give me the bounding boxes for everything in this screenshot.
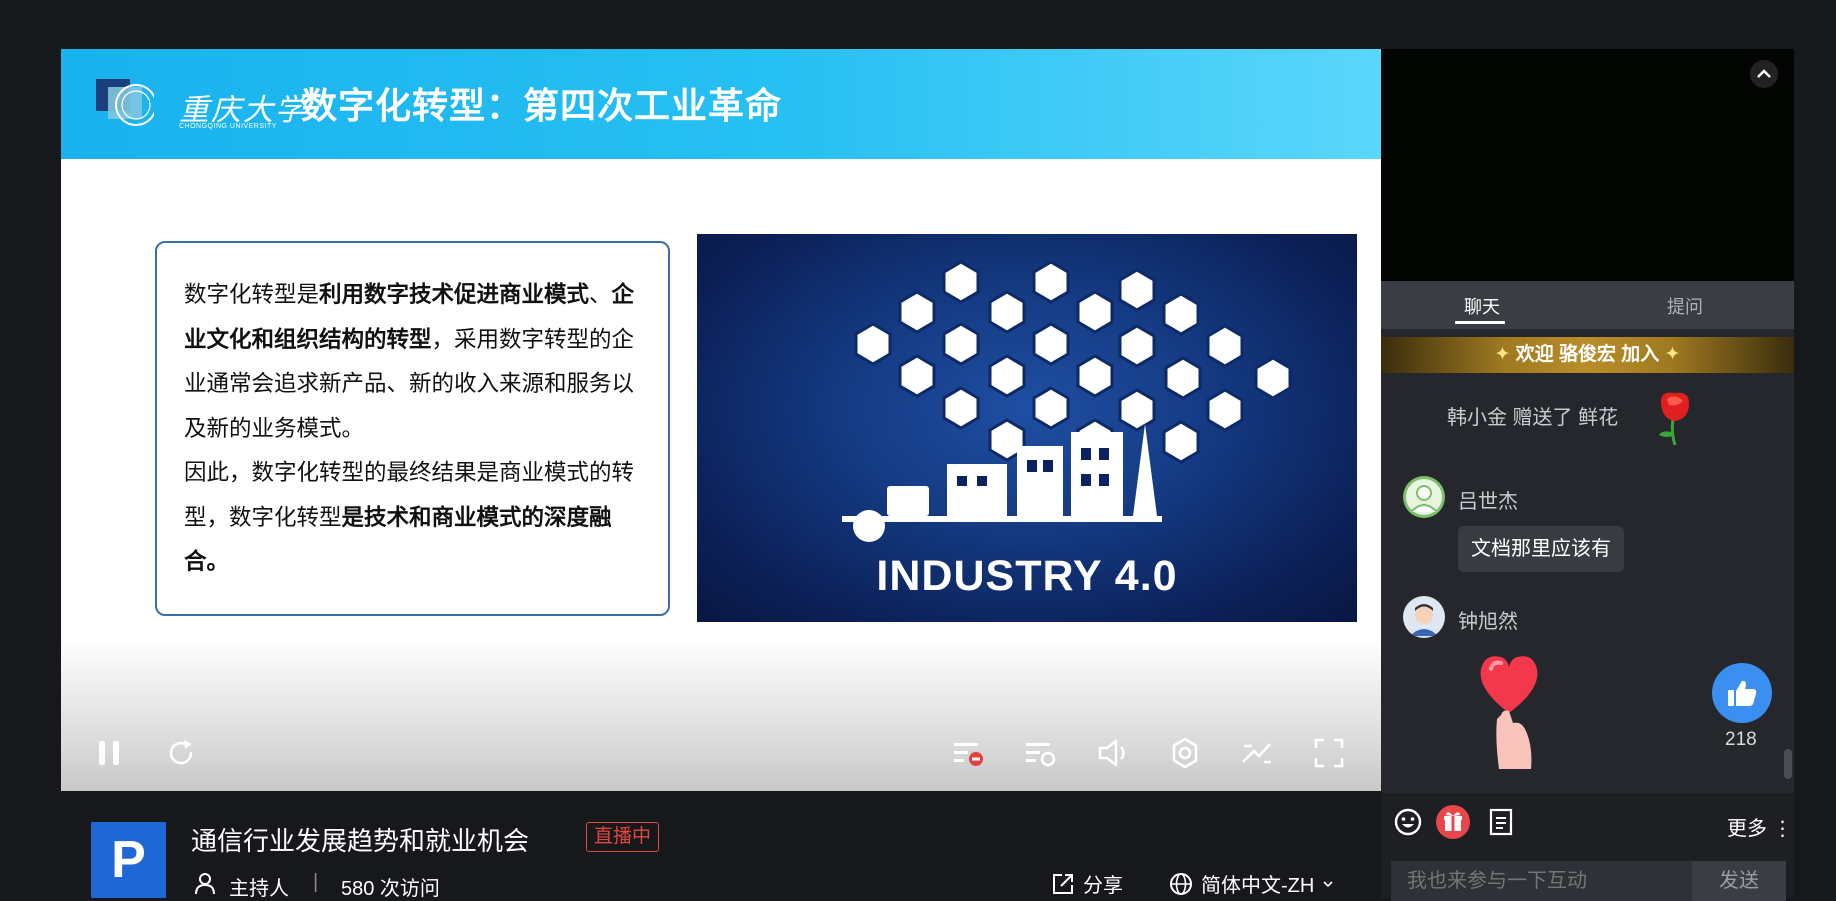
thumbs-up-icon	[1728, 680, 1757, 706]
live-badge: 直播中	[586, 822, 660, 852]
chat-sidebar: 聊天 提问 ✦ 欢迎 骆俊宏 加入 ✦ 韩小金 赠送了 鲜花 吕世杰 文档那里应…	[1381, 49, 1794, 901]
danmaku-settings-icon[interactable]	[1023, 735, 1059, 771]
channel-logo-letter: P	[111, 831, 146, 889]
stream-info-bar: P 通信行业发展趋势和就业机会 直播中 主持人 | 580 次访问 分享 简体中…	[61, 791, 1381, 900]
pip-icon[interactable]	[1239, 735, 1275, 771]
like-count: 218	[1725, 729, 1757, 750]
share-button[interactable]: 分享	[1051, 869, 1123, 898]
volume-icon[interactable]	[1095, 735, 1131, 771]
mini-video	[1381, 49, 1794, 281]
chat-input[interactable]	[1391, 861, 1692, 901]
chat-tabs: 聊天 提问	[1381, 281, 1794, 329]
para1-punct: 、	[589, 282, 612, 307]
tab-active-indicator	[1455, 321, 1505, 324]
industry-label: INDUSTRY 4.0	[876, 552, 1178, 600]
chat-scrollbar[interactable]	[1784, 749, 1792, 779]
tab-questions[interactable]: 提问	[1667, 293, 1703, 319]
gift-message: 韩小金 赠送了 鲜花	[1447, 407, 1619, 429]
slide-text-box: 数字化转型是利用数字技术促进商业模式、企业文化和组织结构的转型，采用数字转型的企…	[155, 241, 670, 616]
logo-subtitle: CHONGQING UNIVERSITY	[179, 123, 277, 130]
language-label: 简体中文-ZH	[1201, 875, 1315, 897]
more-dots-icon: ⋮	[1767, 818, 1793, 840]
share-icon	[1053, 873, 1073, 894]
sparkle-icon-2: ✦	[1659, 344, 1681, 365]
language-selector[interactable]: 简体中文-ZH	[1169, 869, 1334, 898]
avatar[interactable]	[1403, 476, 1445, 518]
sparkle-icon: ✦	[1494, 344, 1516, 365]
host-label: 主持人	[229, 878, 289, 900]
visit-count: 580 次访问	[341, 878, 440, 900]
gift-icon[interactable]	[1435, 804, 1471, 840]
chongqing-university-logo	[96, 79, 154, 126]
collapse-chevron-up-icon[interactable]	[1749, 59, 1779, 89]
para2-punct: 。	[206, 549, 230, 574]
globe-icon	[1170, 872, 1192, 895]
slide-title: 数字化转型：第四次工业革命	[301, 85, 783, 126]
replay-icon[interactable]	[163, 735, 199, 771]
slide-paragraph-1: 数字化转型是利用数字技术促进商业模式、企业文化和组织结构的转型，采用数字转型的企…	[184, 273, 648, 451]
welcome-banner: ✦ 欢迎 骆俊宏 加入 ✦	[1381, 337, 1794, 373]
video-player[interactable]: 重庆大学 CHONGQING UNIVERSITY 数字化转型：第四次工业革命 …	[61, 49, 1381, 791]
like-button[interactable]	[1712, 663, 1772, 723]
fullscreen-icon[interactable]	[1311, 735, 1347, 771]
para1-bold: 利用数字技术促进商业模式	[319, 282, 590, 307]
channel-logo[interactable]: P	[91, 822, 166, 898]
danmaku-off-icon[interactable]	[951, 735, 987, 771]
tab-chat[interactable]: 聊天	[1464, 293, 1500, 319]
avatar-2[interactable]	[1403, 596, 1445, 638]
chevron-down-icon	[1323, 880, 1333, 887]
document-icon[interactable]	[1487, 807, 1515, 837]
stream-title: 通信行业发展趋势和就业机会	[191, 826, 530, 856]
more-label: 更多	[1727, 818, 1767, 840]
share-label: 分享	[1083, 875, 1123, 897]
para1-text: 数字化转型是	[184, 282, 320, 307]
slide-paragraph-2: 因此，数字化转型的最终结果是商业模式的转型，数字化转型是技术和商业模式的深度融合…	[184, 451, 648, 585]
slide-header: 重庆大学 CHONGQING UNIVERSITY 数字化转型：第四次工业革命	[61, 49, 1381, 159]
user-icon	[195, 873, 215, 895]
industry-4-image: INDUSTRY 4.0	[697, 234, 1357, 622]
chat-message-bubble: 文档那里应该有	[1458, 526, 1624, 572]
emoji-icon[interactable]	[1393, 807, 1423, 837]
heart-hand-sticker	[1480, 656, 1538, 769]
info-separator: |	[313, 871, 319, 893]
chat-username: 吕世杰	[1458, 491, 1518, 513]
pause-icon[interactable]	[91, 735, 127, 771]
send-button[interactable]: 发送	[1692, 861, 1786, 901]
welcome-text: 欢迎 骆俊宏 加入	[1515, 344, 1660, 365]
chat-username-2: 钟旭然	[1458, 611, 1518, 633]
settings-icon[interactable]	[1167, 735, 1203, 771]
rose-icon	[1659, 392, 1689, 445]
more-button[interactable]: 更多 ⋮	[1727, 812, 1793, 841]
